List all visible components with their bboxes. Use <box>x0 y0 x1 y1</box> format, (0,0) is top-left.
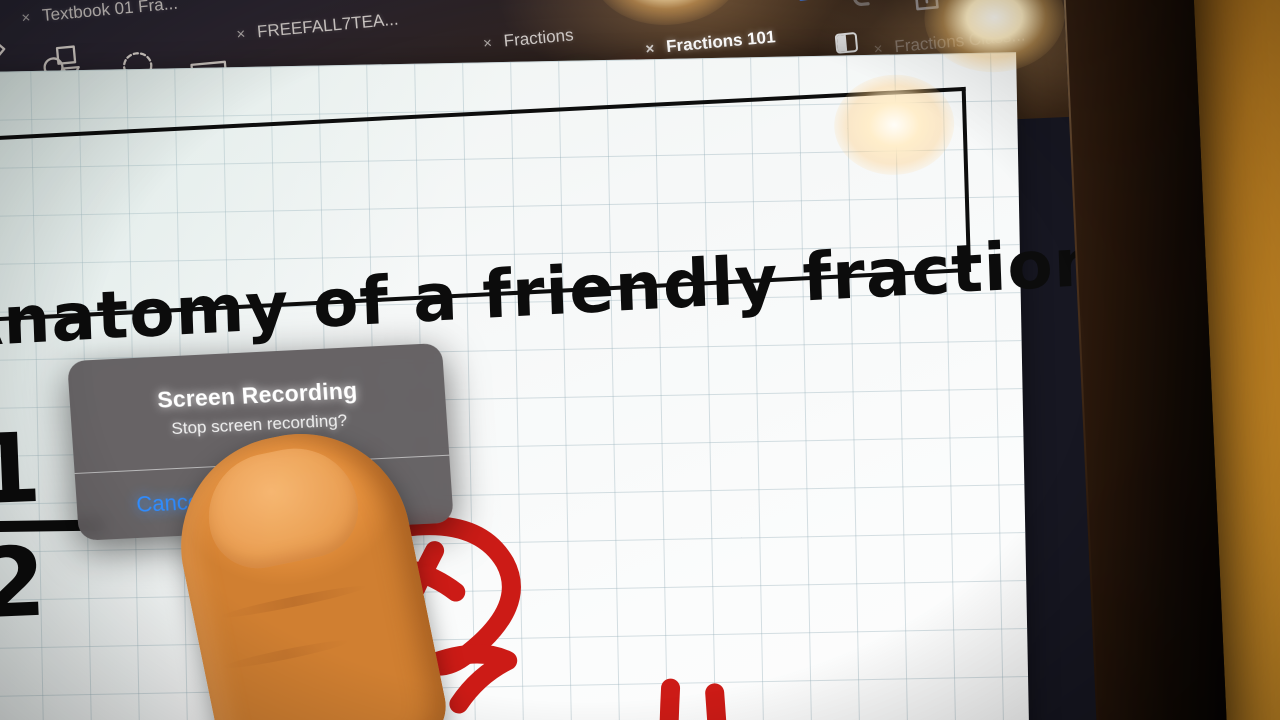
photo-of-ipad-screen: Fractions 101⌄ 68% k 02 Fra... ×Textbook… <box>0 0 1280 720</box>
add-page-icon[interactable] <box>905 0 947 20</box>
ipad-screen: Fractions 101⌄ 68% k 02 Fra... ×Textbook… <box>0 0 1098 720</box>
ipad-device: Fractions 101⌄ 68% k 02 Fra... ×Textbook… <box>0 0 1229 720</box>
tab-label: Fractions 101 <box>665 27 777 57</box>
tab-item-4[interactable]: × Fractions 101 <box>645 27 777 59</box>
fraction-denominator: 2 <box>0 525 48 641</box>
split-view-icon[interactable] <box>834 31 859 54</box>
fraction-numerator: 1 <box>0 411 44 527</box>
tab-close-icon[interactable]: × <box>645 40 655 58</box>
